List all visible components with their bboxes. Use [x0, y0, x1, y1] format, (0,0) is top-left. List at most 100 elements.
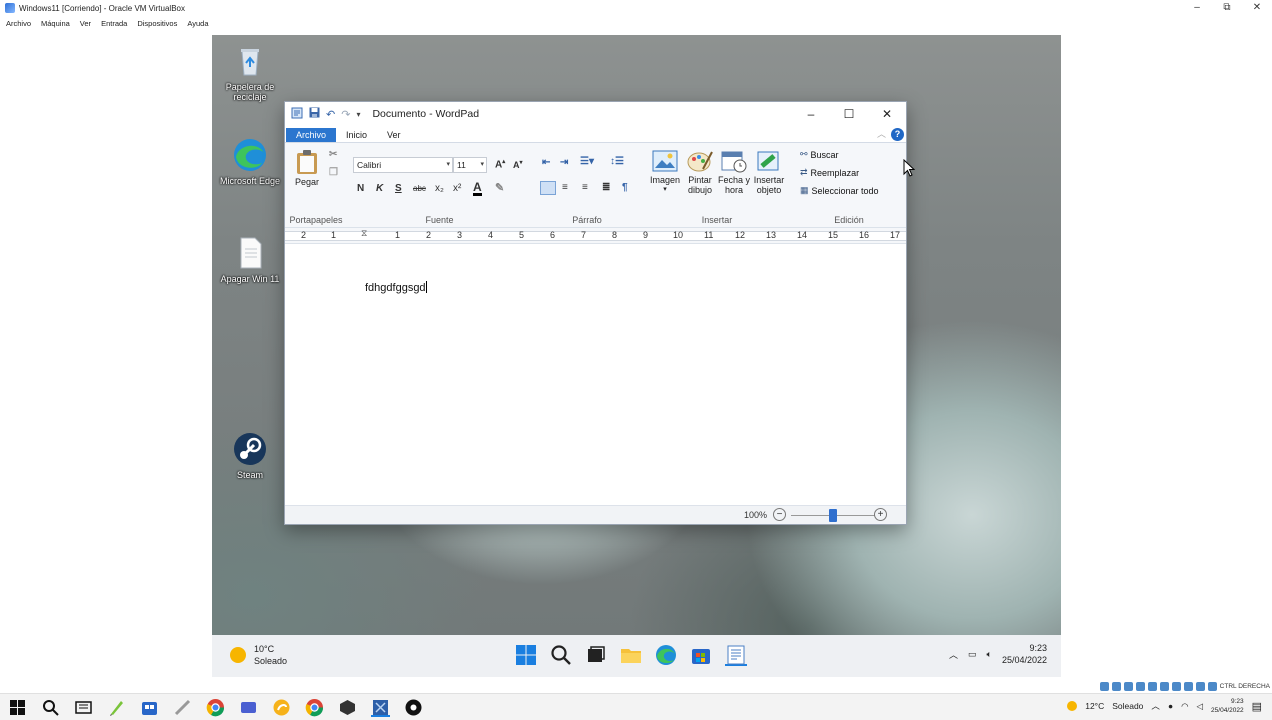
zoom-slider-thumb[interactable] — [829, 509, 837, 522]
align-right-icon[interactable]: ≡ — [582, 182, 588, 193]
host-app-icon-1[interactable] — [107, 698, 126, 717]
desktop-icon-recycle-bin[interactable]: Papelera de reciclaje — [212, 43, 288, 102]
indent-marker-icon[interactable]: ⧖ — [361, 228, 367, 239]
tab-inicio[interactable]: Inicio — [336, 128, 377, 142]
tab-archivo[interactable]: Archivo — [286, 128, 337, 142]
chevron-up-icon[interactable]: ︿ — [949, 648, 958, 661]
justify-icon[interactable]: ≣ — [602, 182, 610, 193]
virtualbox-taskbar-icon[interactable] — [371, 698, 390, 717]
shared-folders-icon[interactable] — [1159, 681, 1169, 691]
optical-drive-icon[interactable] — [1111, 681, 1121, 691]
search-icon[interactable] — [550, 644, 572, 666]
chrome-icon[interactable] — [305, 698, 324, 717]
text-color-button[interactable]: A — [473, 181, 482, 196]
host-minimize-button[interactable]: – — [1182, 0, 1212, 16]
menu-dispositivos[interactable]: Dispositivos — [137, 19, 177, 28]
paint-drawing-button[interactable]: Pintar dibujo — [682, 149, 718, 195]
clock[interactable]: 9:23 25/04/2022 — [1002, 642, 1047, 666]
highlight-icon[interactable]: ✎ — [495, 181, 504, 194]
windows-start-icon[interactable] — [515, 644, 537, 666]
microphone-icon[interactable]: ● — [1168, 701, 1173, 711]
keyboard-icon[interactable] — [1207, 681, 1217, 691]
host-store-icon[interactable] — [140, 698, 159, 717]
wordpad-taskbar-icon[interactable] — [725, 644, 747, 666]
host-close-button[interactable]: ✕ — [1242, 0, 1272, 16]
strikethrough-button[interactable]: abc — [413, 184, 426, 193]
weather-widget[interactable]: 10°C Soleado — [230, 643, 287, 667]
host-app-icon-2[interactable] — [173, 698, 192, 717]
menu-archivo[interactable]: Archivo — [6, 19, 31, 28]
select-all-button[interactable]: ▦ Seleccionar todo — [800, 185, 879, 196]
menu-entrada[interactable]: Entrada — [101, 19, 127, 28]
volume-icon[interactable]: ◁ — [1197, 701, 1204, 712]
host-app-icon-4[interactable] — [272, 698, 291, 717]
save-icon[interactable] — [309, 107, 320, 121]
host-clock[interactable]: 9:23 25/04/2022 — [1211, 697, 1244, 715]
cut-icon[interactable]: ✂ — [329, 149, 337, 160]
chrome-icon[interactable] — [206, 698, 225, 717]
document-area[interactable]: fdhgdfggsgd — [285, 261, 906, 506]
file-explorer-icon[interactable] — [620, 644, 642, 666]
network-icon[interactable]: ▭ — [968, 649, 977, 660]
paste-button[interactable]: Pegar — [293, 149, 321, 187]
close-button[interactable]: ✕ — [868, 102, 906, 126]
redo-icon[interactable]: ↷ — [341, 108, 350, 121]
copy-icon[interactable]: ❐ — [329, 167, 338, 178]
customize-qat-icon[interactable]: ▾ — [356, 110, 360, 119]
line-spacing-icon[interactable]: ↕☰ — [610, 156, 624, 167]
insert-image-button[interactable]: Imagen ▾ — [646, 149, 684, 195]
replace-button[interactable]: ⇄ Reemplazar — [800, 167, 859, 178]
usb-icon[interactable] — [1147, 681, 1157, 691]
find-button[interactable]: ⚯ Buscar — [800, 149, 839, 160]
host-search-icon[interactable] — [41, 698, 60, 717]
network-adapter-icon[interactable] — [1135, 681, 1145, 691]
host-start-icon[interactable] — [8, 698, 27, 717]
microsoft-store-icon[interactable] — [690, 644, 712, 666]
font-size-combo[interactable]: 11 ▾ — [453, 157, 487, 173]
shrink-font-icon[interactable]: A▾ — [513, 159, 523, 170]
increase-indent-icon[interactable]: ⇥ — [560, 157, 568, 168]
zoom-in-icon[interactable]: + — [874, 508, 887, 521]
menu-ver[interactable]: Ver — [80, 19, 91, 28]
host-app-icon-6[interactable] — [404, 698, 423, 717]
superscript-button[interactable]: x² — [453, 183, 461, 194]
italic-button[interactable]: K — [376, 183, 383, 194]
ruler[interactable]: 2 1 ⧖ 1 2 3 4 5 6 7 8 9 10 11 12 13 14 1… — [285, 228, 906, 244]
desktop-icon-steam[interactable]: Steam — [212, 431, 288, 480]
maximize-button[interactable]: ☐ — [830, 102, 868, 126]
bullets-icon[interactable]: ☰▾ — [580, 156, 594, 167]
bold-button[interactable]: N — [357, 183, 364, 194]
desktop-icon-shutdown[interactable]: Apagar Win 11 — [212, 235, 288, 284]
font-family-combo[interactable]: Calibri ▾ — [353, 157, 453, 173]
decrease-indent-icon[interactable]: ⇤ — [542, 157, 550, 168]
edge-icon[interactable] — [655, 644, 677, 666]
volume-icon[interactable]: 🔈︎ — [987, 649, 992, 660]
align-left-button[interactable] — [540, 181, 556, 195]
menu-ayuda[interactable]: Ayuda — [187, 19, 208, 28]
wifi-icon[interactable]: ◠ — [1181, 701, 1188, 712]
collapse-ribbon-icon[interactable]: ︿ — [877, 127, 886, 140]
minimize-button[interactable]: – — [792, 102, 830, 126]
mouse-integration-icon[interactable] — [1195, 681, 1205, 691]
host-app-icon-3[interactable] — [239, 698, 258, 717]
task-view-icon[interactable] — [585, 644, 607, 666]
underline-button[interactable]: S — [395, 183, 402, 194]
grow-font-icon[interactable]: A▴ — [495, 158, 505, 170]
tab-ver[interactable]: Ver — [377, 128, 411, 142]
host-app-icon-5[interactable] — [338, 698, 357, 717]
zoom-out-icon[interactable]: − — [773, 508, 786, 521]
undo-icon[interactable]: ↶ — [326, 108, 335, 121]
desktop-icon-edge[interactable]: Microsoft Edge — [212, 137, 288, 186]
host-task-view-icon[interactable] — [74, 698, 93, 717]
align-center-icon[interactable]: ≡ — [562, 182, 568, 193]
notifications-icon[interactable]: ▤ — [1252, 700, 1262, 713]
document-text-line[interactable]: fdhgdfggsgd — [365, 281, 427, 294]
host-maximize-button[interactable]: ⧉ — [1212, 0, 1242, 16]
chevron-up-icon[interactable]: ︿ — [1151, 700, 1160, 712]
recording-icon[interactable] — [1183, 681, 1193, 691]
display-icon[interactable] — [1171, 681, 1181, 691]
hard-disk-icon[interactable] — [1099, 681, 1109, 691]
audio-icon[interactable] — [1123, 681, 1133, 691]
insert-object-button[interactable]: Insertar objeto — [750, 149, 788, 195]
datetime-button[interactable]: Fecha y hora — [718, 149, 750, 195]
